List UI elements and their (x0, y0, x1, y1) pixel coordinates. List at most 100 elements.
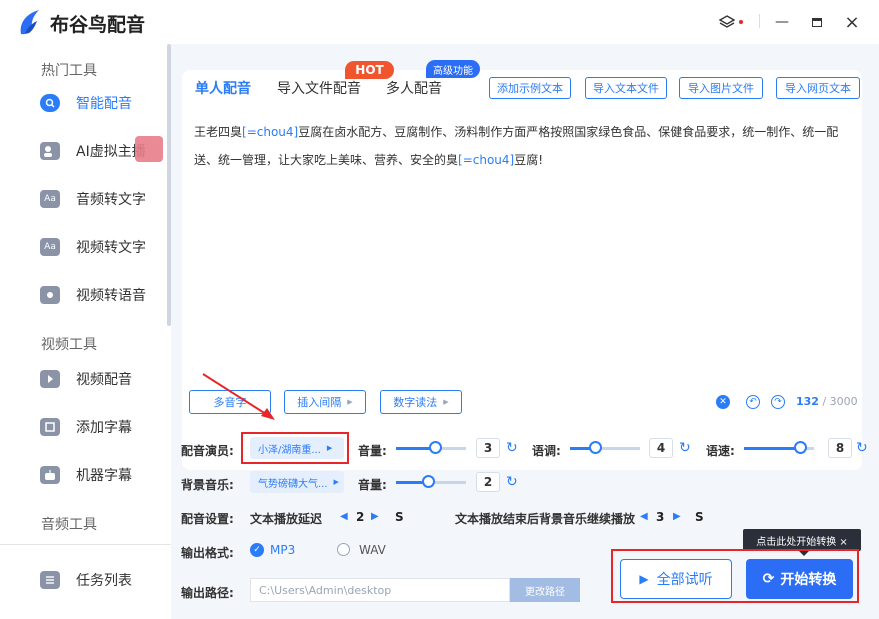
char-counter: 132 / 3000 (796, 395, 858, 408)
tab-multi-dubbing[interactable]: 多人配音 (386, 78, 442, 98)
annotation-arrow (202, 373, 275, 420)
increase-delay-icon[interactable]: ▶ (371, 511, 379, 522)
annotation-voice-highlight (241, 432, 349, 464)
subtitle-icon (40, 418, 60, 436)
start-tooltip: 点击此处开始转换 × (743, 529, 861, 551)
format-mp3-label: MP3 (270, 543, 296, 557)
reset-pitch-icon[interactable]: ↻ (679, 440, 691, 456)
main-area: HOT 高级功能 单人配音 导入文件配音 多人配音 添加示例文本 导入文本文件 … (171, 44, 879, 619)
add-sample-text-button[interactable]: 添加示例文本 (489, 77, 571, 99)
sidebar-item-label: 视频转语音 (76, 288, 146, 304)
advanced-badge: 高级功能 (426, 60, 480, 78)
bgm-volume-value[interactable]: 2 (476, 472, 500, 492)
sidebar-item-video-dubbing[interactable]: 视频配音 (16, 362, 166, 396)
pitch-value[interactable]: 4 (649, 438, 673, 458)
close-button[interactable]: × (842, 10, 862, 34)
sidebar-section-audio-tools: 音频工具 (41, 517, 97, 533)
app-title: 布谷鸟配音 (50, 14, 146, 36)
sidebar-section-video-tools: 视频工具 (41, 337, 97, 353)
speed-value[interactable]: 8 (828, 438, 852, 458)
tab-single-dubbing[interactable]: 单人配音 (195, 78, 251, 98)
app-logo-icon (20, 10, 39, 35)
bgm-volume-slider-handle[interactable] (421, 475, 435, 488)
sidebar-section-hot-tools: 热门工具 (41, 63, 97, 79)
decrease-delay-icon[interactable]: ◀ (340, 511, 348, 522)
voice-label: 配音演员: (181, 444, 234, 458)
dubbing-text-input[interactable]: 王老四臭[=chou4]豆腐在卤水配方、豆腐制作、汤料制作方面严格按照国家绿色食… (194, 118, 854, 174)
sidebar-item-label: 音频转文字 (76, 192, 146, 208)
config-label: 配音设置: (181, 512, 234, 526)
maximize-button[interactable] (805, 10, 829, 34)
robot-icon (40, 466, 60, 484)
speed-label: 语速: (706, 444, 735, 458)
increase-bgm-continue-icon[interactable]: ▶ (673, 511, 681, 522)
char-limit: / 3000 (818, 395, 858, 408)
pitch-slider-track[interactable] (570, 447, 640, 450)
pitch-label: 语调: (532, 444, 561, 458)
reset-bgm-volume-icon[interactable]: ↻ (506, 474, 518, 490)
annotation-mark (135, 136, 163, 162)
format-label: 输出格式: (181, 546, 234, 560)
sidebar-item-label: 添加字幕 (76, 420, 132, 436)
import-text-file-button[interactable]: 导入文本文件 (585, 77, 667, 99)
bgm-volume-label: 音量: (358, 478, 387, 492)
delay-unit: S (395, 510, 404, 524)
bgm-select[interactable]: 气势磅礴大气... ▶ (250, 471, 344, 493)
insert-pause-button[interactable]: 插入间隔 ▶ (284, 390, 366, 414)
sidebar-item-label: 视频配音 (76, 372, 132, 388)
pronunciation-tag[interactable]: [=chou4] (458, 153, 514, 167)
tab-import-file-dubbing[interactable]: 导入文件配音 (277, 78, 361, 98)
sidebar-divider (0, 544, 171, 545)
chevron-right-icon: ▶ (333, 478, 339, 486)
volume-value[interactable]: 3 (476, 438, 500, 458)
layers-icon[interactable] (716, 10, 746, 34)
chevron-right-icon: ▶ (347, 398, 353, 406)
chevron-right-icon: ▶ (443, 398, 449, 406)
text-segment: 王老四臭 (194, 125, 243, 139)
clear-icon[interactable]: ✕ (716, 395, 730, 409)
delay-value: 2 (356, 510, 365, 524)
sidebar-item-audio-to-text[interactable]: Aa 音频转文字 (16, 182, 166, 216)
format-mp3-radio[interactable]: ✓ (250, 543, 264, 557)
sidebar-item-video-to-text[interactable]: Aa 视频转文字 (16, 230, 166, 264)
sidebar-item-label: 任务列表 (76, 573, 132, 589)
bgm-label: 背景音乐: (181, 478, 234, 492)
redo-icon[interactable]: ↷ (771, 395, 785, 409)
sidebar-item-task-list[interactable]: 任务列表 (16, 563, 166, 597)
pronunciation-tag[interactable]: [=chou4] (242, 125, 298, 139)
title-bar: 布谷鸟配音 — × (0, 0, 879, 44)
sidebar-item-machine-subtitle[interactable]: 机器字幕 (16, 458, 166, 492)
path-label: 输出路径: (181, 586, 234, 600)
sidebar-item-video-to-voice[interactable]: 视频转语音 (16, 278, 166, 312)
bgm-value: 气势磅礴大气... (258, 478, 328, 490)
sidebar-item-add-subtitle[interactable]: 添加字幕 (16, 410, 166, 444)
hot-badge: HOT (345, 61, 394, 79)
number-reading-button[interactable]: 数字读法 ▶ (380, 390, 462, 414)
reset-speed-icon[interactable]: ↻ (856, 440, 868, 456)
reset-volume-icon[interactable]: ↻ (506, 440, 518, 456)
output-path-input[interactable]: C:\Users\Admin\desktop (250, 578, 510, 602)
sidebar-item-label: 机器字幕 (76, 468, 132, 484)
import-image-file-button[interactable]: 导入图片文件 (679, 77, 763, 99)
format-wav-radio[interactable] (337, 543, 350, 556)
char-count: 132 (796, 395, 819, 408)
minimize-button[interactable]: — (768, 10, 796, 34)
speed-slider-handle[interactable] (794, 441, 807, 454)
sidebar: 热门工具 智能配音 AI虚拟主播 Aa 音频转文字 Aa 视频转文字 视频转语音… (0, 44, 171, 619)
format-wav-label: WAV (359, 543, 386, 557)
mic-icon (40, 94, 60, 112)
annotation-actions-highlight (611, 549, 859, 603)
video-text-icon: Aa (40, 238, 60, 256)
import-web-text-button[interactable]: 导入网页文本 (776, 77, 860, 99)
video-dub-icon (40, 370, 60, 388)
bgm-continue-unit: S (695, 510, 704, 524)
audio-text-icon: Aa (40, 190, 60, 208)
decrease-bgm-continue-icon[interactable]: ◀ (640, 511, 648, 522)
sidebar-item-smart-dubbing[interactable]: 智能配音 (16, 86, 166, 120)
insert-pause-label: 插入间隔 (297, 396, 342, 409)
pitch-slider-handle[interactable] (588, 441, 602, 454)
change-path-button[interactable]: 更改路径 (510, 578, 580, 602)
undo-icon[interactable]: ↶ (746, 395, 760, 409)
text-segment: 豆腐! (514, 153, 544, 167)
volume-slider-handle[interactable] (428, 441, 442, 454)
